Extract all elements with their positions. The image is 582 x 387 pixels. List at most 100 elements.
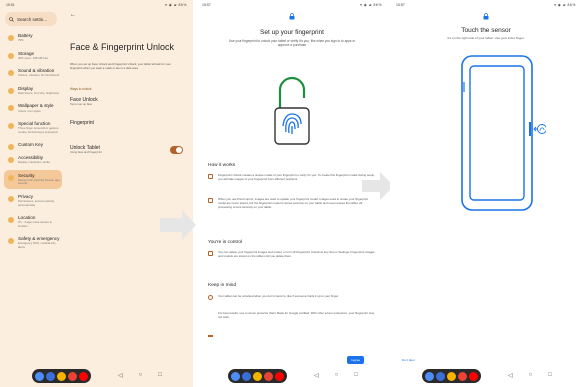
sidebar-item-subtitle: Permissions, account activity, personal … xyxy=(18,199,55,207)
flow-arrow-1 xyxy=(160,210,196,240)
youtube-app-icon[interactable] xyxy=(469,371,478,381)
sidebar-item-icon xyxy=(8,195,14,202)
sidebar-item-subtitle: Colors, icon styles xyxy=(18,108,41,113)
face-unlock-item[interactable]: Face Unlock Tap to set up face xyxy=(70,97,182,106)
status-icons: ▾ ◉ ▰ 86% xyxy=(360,3,382,7)
gmail-app-icon[interactable] xyxy=(458,371,467,381)
lock-icon xyxy=(289,13,295,20)
sidebar-item-subtitle: Screen lock, Find My Device, app securit… xyxy=(18,178,60,186)
phone-app-icon[interactable] xyxy=(425,371,434,381)
screen-protector-icon xyxy=(208,335,213,337)
fingerprint-title: Fingerprint xyxy=(70,120,94,126)
chrome-app-icon[interactable] xyxy=(253,371,262,381)
how-paragraph-1: Fingerprint Unlock creates a unique mode… xyxy=(208,173,376,182)
sidebar-item-icon xyxy=(8,157,14,164)
sidebar-item-icon xyxy=(8,87,14,94)
phone-app-icon[interactable] xyxy=(35,371,44,381)
sidebar-item-icon xyxy=(8,70,14,77)
fingerprint-setup-screen: 15:57 ▾ ◉ ▰ 86% Set up your fingerprint … xyxy=(196,0,388,387)
sensor-title: Touch the sensor xyxy=(461,27,511,34)
gmail-app-icon[interactable] xyxy=(264,371,273,381)
messages-app-icon[interactable] xyxy=(242,371,251,381)
nav-keys: ◁ ○ □ xyxy=(508,372,552,379)
how-text-1: Fingerprint Unlock creates a unique mode… xyxy=(218,173,375,181)
back-nav-icon[interactable]: ◁ xyxy=(508,372,513,379)
sidebar-item-special-function[interactable]: Special function Three finger screenshot,… xyxy=(4,118,62,137)
status-bar: 15:57 ▾ ◉ ▰ 86% xyxy=(196,0,388,10)
gmail-app-icon[interactable] xyxy=(68,371,77,381)
home-nav-icon[interactable]: ○ xyxy=(139,372,143,379)
sidebar-item-icon xyxy=(8,174,14,181)
sidebar-item-subtitle: 79% xyxy=(18,38,24,43)
back-nav-icon[interactable]: ◁ xyxy=(314,372,319,379)
sidebar-item-icon xyxy=(8,144,14,151)
control-paragraph: You can delete your fingerprint images a… xyxy=(208,250,376,259)
recents-nav-icon[interactable]: □ xyxy=(354,372,358,379)
sidebar-item-subtitle: Volume, vibration, Do Not Disturb xyxy=(18,73,60,78)
sidebar-item-icon xyxy=(8,105,14,112)
category-header: Ways to unlock xyxy=(70,87,92,91)
sensor-subtitle: It's on the right side of your tablet. U… xyxy=(447,36,525,40)
how-it-works-heading: How it works xyxy=(208,163,236,168)
home-nav-icon[interactable]: ○ xyxy=(335,372,339,379)
do-it-later-link[interactable]: Do it later xyxy=(402,358,415,362)
taskbar-apps xyxy=(422,369,481,383)
search-label: Search settin... xyxy=(17,16,48,22)
i-agree-button[interactable]: I agree xyxy=(347,356,364,364)
lock-icon xyxy=(483,13,489,20)
home-nav-icon[interactable]: ○ xyxy=(529,372,533,379)
setup-subtitle: Use your fingerprint to unlock your tabl… xyxy=(228,39,356,48)
youtube-app-icon[interactable] xyxy=(275,371,284,381)
status-icons: ▾ ◉ ▰ 86% xyxy=(554,3,576,7)
sidebar-item-icon xyxy=(8,216,14,223)
sidebar-item-security[interactable]: Security Screen lock, Find My Device, app… xyxy=(4,169,62,189)
phone-app-icon[interactable] xyxy=(231,371,240,381)
sidebar-item-storage[interactable]: Storage 46% used · 238 GB free xyxy=(4,48,62,64)
recents-nav-icon[interactable]: □ xyxy=(548,372,552,379)
tablet-sensor-illustration xyxy=(461,55,546,211)
sidebar-item-subtitle: Dark theme, font size, brightness xyxy=(18,91,59,96)
navigation-bar: ◁ ○ □ xyxy=(196,365,388,387)
unlock-tablet-toggle[interactable] xyxy=(170,146,183,154)
image-info-icon xyxy=(208,198,213,203)
messages-app-icon[interactable] xyxy=(436,371,445,381)
keep-paragraph-2: For best results, use a screen protector… xyxy=(208,311,376,320)
how-text-2: When you use Pixel Imprint, images are u… xyxy=(218,197,369,209)
chrome-app-icon[interactable] xyxy=(57,371,66,381)
sidebar-item-label: Wallpaper & style xyxy=(18,103,54,109)
keep-in-mind-heading: Keep in mind xyxy=(208,283,236,288)
sidebar-item-icon xyxy=(8,35,14,41)
sidebar-item-safety-emergency[interactable]: Safety & emergency Emergency SOS, medical… xyxy=(4,233,62,252)
status-icons: ▾ ◉ ▰ 86% xyxy=(165,3,187,7)
fingerprint-item[interactable]: Fingerprint xyxy=(70,120,182,126)
search-settings-bar[interactable]: Search settin... xyxy=(5,12,57,26)
page-title: Face & Fingerprint Unlock xyxy=(70,42,175,52)
sidebar-item-display[interactable]: Display Dark theme, font size, brightness xyxy=(4,83,62,99)
status-time: 15:57 xyxy=(202,3,211,7)
settings-screen: 15:51 ▾ ◉ ▰ 86% Search settin... Battery… xyxy=(0,0,193,387)
sidebar-item-sound-vibration[interactable]: Sound & vibration Volume, vibration, Do N… xyxy=(4,65,62,81)
sidebar-item-battery[interactable]: Battery 79% xyxy=(4,30,62,46)
recents-nav-icon[interactable]: □ xyxy=(158,372,162,379)
sidebar-item-icon xyxy=(8,123,14,130)
taskbar-apps xyxy=(228,369,287,383)
sidebar-item-custom-key[interactable]: Custom Key xyxy=(4,139,62,151)
youtube-app-icon[interactable] xyxy=(79,371,88,381)
sidebar-item-accessibility[interactable]: Accessibility Display, interaction, audio xyxy=(4,152,62,168)
fingerprint-lock-illustration xyxy=(274,76,310,145)
nav-keys: ◁ ○ □ xyxy=(118,372,162,379)
back-arrow-icon[interactable]: ← xyxy=(70,12,76,18)
touch-sensor-screen: 15:57 ▾ ◉ ▰ 86% Touch the sensor It's on… xyxy=(390,0,582,387)
sidebar-item-privacy[interactable]: Privacy Permissions, account activity, pe… xyxy=(4,191,62,210)
navigation-bar: ◁ ○ □ xyxy=(0,365,193,387)
sidebar-item-location[interactable]: Location On · 4 apps have access to locat… xyxy=(4,212,62,231)
sidebar-item-label: Custom Key xyxy=(18,142,44,148)
unlock-tablet-item[interactable]: Unlock Tablet Using face and fingerprint xyxy=(70,145,182,154)
unlock-tablet-sub: Using face and fingerprint xyxy=(70,150,102,154)
messages-app-icon[interactable] xyxy=(46,371,55,381)
chrome-app-icon[interactable] xyxy=(447,371,456,381)
search-icon xyxy=(9,16,14,22)
back-nav-icon[interactable]: ◁ xyxy=(118,372,123,379)
sidebar-item-subtitle: Three finger screenshot, gesture modes, … xyxy=(18,126,59,134)
sidebar-item-wallpaper-style[interactable]: Wallpaper & style Colors, icon styles xyxy=(4,100,62,116)
